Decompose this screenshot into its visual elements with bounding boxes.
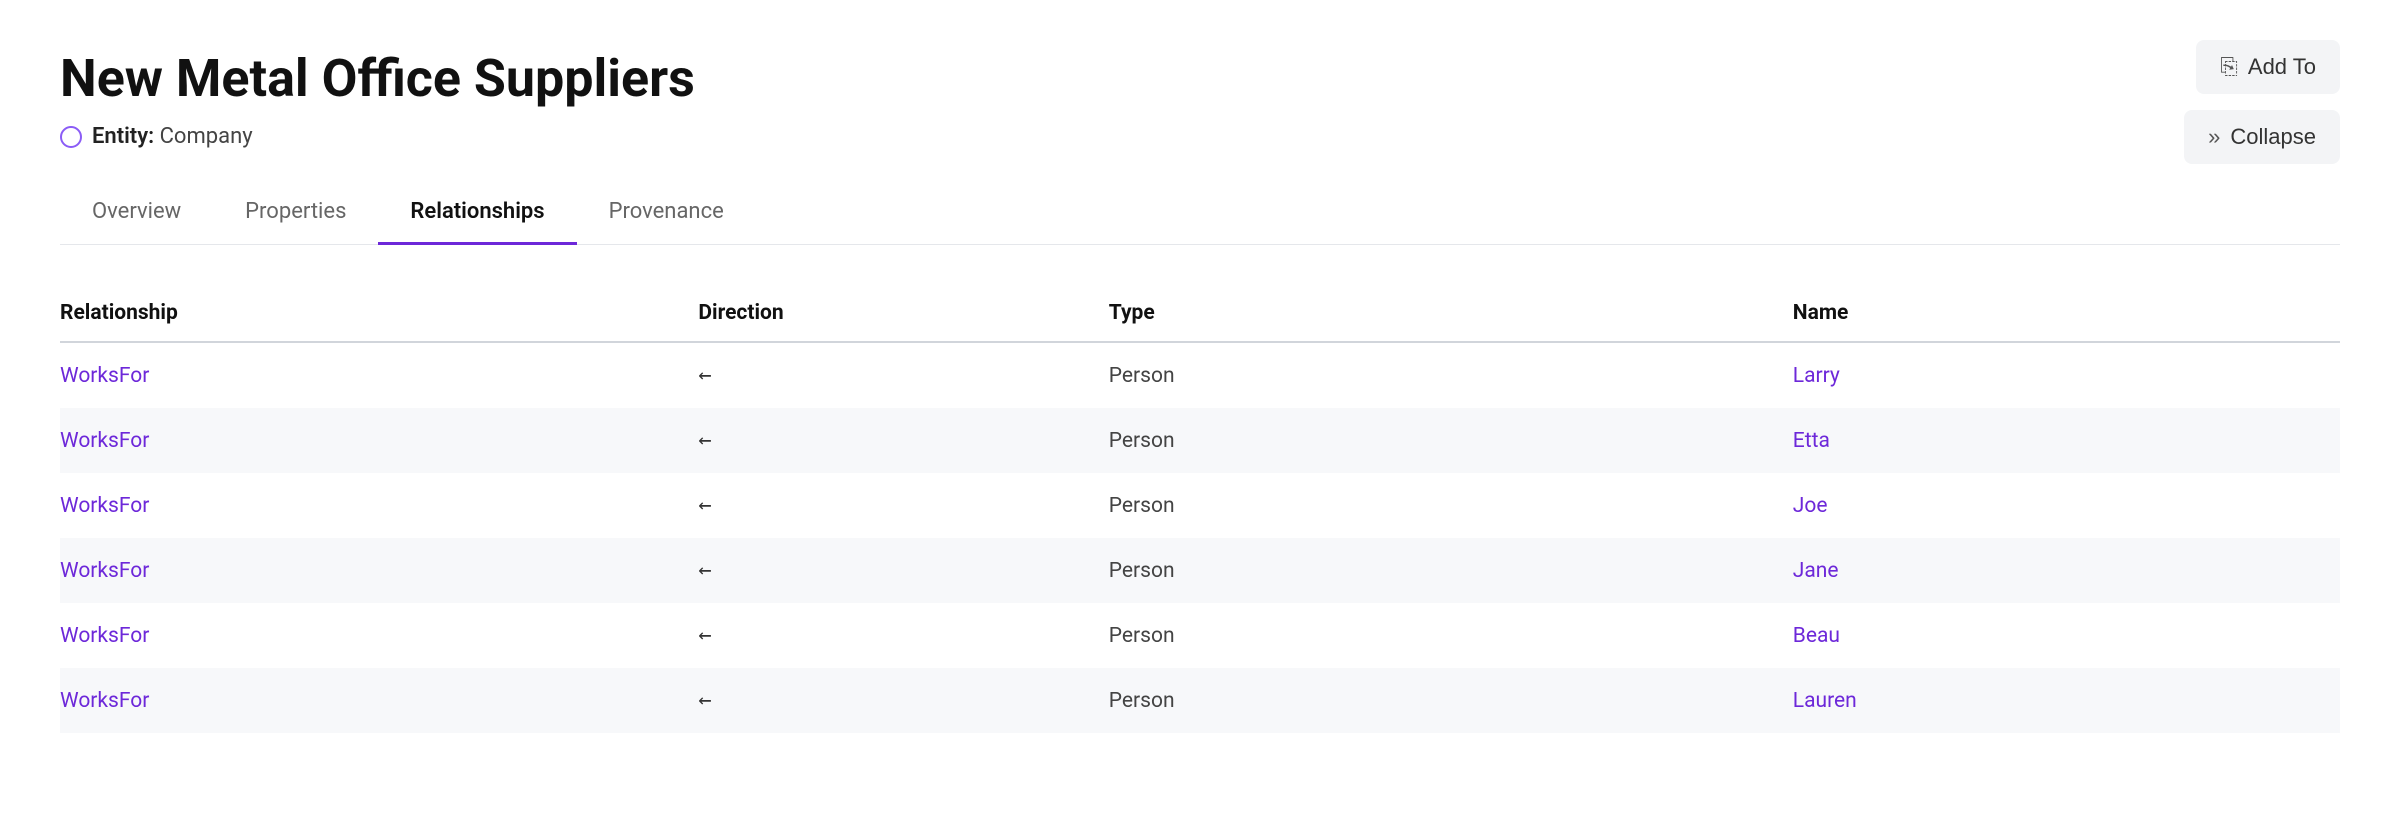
entity-badge: Entity: Company [60,124,2340,149]
name-link[interactable]: Lauren [1793,689,1857,713]
cell-name[interactable]: Lauren [1793,668,2340,733]
cell-name[interactable]: Beau [1793,603,2340,668]
cell-direction: ← [698,473,1108,538]
cell-type: Person [1109,473,1793,538]
cell-relationship[interactable]: WorksFor [60,668,698,733]
add-to-button[interactable]: ⎘ Add To [2196,40,2340,94]
cell-relationship[interactable]: WorksFor [60,473,698,538]
cell-direction: ← [698,408,1108,473]
cell-name[interactable]: Jane [1793,538,2340,603]
relationship-link[interactable]: WorksFor [60,429,149,453]
header-section: New Metal Office Suppliers Entity: Compa… [60,48,2340,149]
direction-arrow-icon: ← [698,428,711,453]
relationship-link[interactable]: WorksFor [60,689,149,713]
collapse-button[interactable]: » Collapse [2184,110,2340,164]
relationship-link[interactable]: WorksFor [60,494,149,518]
relationships-table: Relationship Direction Type Name WorksFo… [60,285,2340,733]
add-to-icon: ⎘ [2220,54,2238,80]
cell-type: Person [1109,342,1793,408]
cell-name[interactable]: Larry [1793,342,2340,408]
cell-relationship[interactable]: WorksFor [60,603,698,668]
collapse-icon: » [2208,124,2220,150]
col-header-relationship: Relationship [60,285,698,342]
tabs-section: Overview Properties Relationships Proven… [60,181,2340,245]
relationship-link[interactable]: WorksFor [60,559,149,583]
cell-relationship[interactable]: WorksFor [60,342,698,408]
direction-arrow-icon: ← [698,558,711,583]
relationship-link[interactable]: WorksFor [60,364,149,388]
cell-type: Person [1109,668,1793,733]
direction-arrow-icon: ← [698,623,711,648]
entity-circle-icon [60,126,82,148]
table-row: WorksFor ← PersonBeau [60,603,2340,668]
col-header-name: Name [1793,285,2340,342]
cell-direction: ← [698,603,1108,668]
add-to-label: Add To [2248,54,2316,80]
cell-direction: ← [698,342,1108,408]
cell-relationship[interactable]: WorksFor [60,408,698,473]
tab-properties[interactable]: Properties [213,181,378,245]
direction-arrow-icon: ← [698,363,711,388]
col-header-type: Type [1109,285,1793,342]
tab-overview[interactable]: Overview [60,181,213,245]
direction-arrow-icon: ← [698,493,711,518]
table-section: Relationship Direction Type Name WorksFo… [60,285,2340,733]
direction-arrow-icon: ← [698,688,711,713]
cell-name[interactable]: Etta [1793,408,2340,473]
cell-direction: ← [698,538,1108,603]
name-link[interactable]: Jane [1793,559,1839,583]
table-row: WorksFor ← PersonLauren [60,668,2340,733]
cell-direction: ← [698,668,1108,733]
relationship-link[interactable]: WorksFor [60,624,149,648]
cell-relationship[interactable]: WorksFor [60,538,698,603]
cell-type: Person [1109,538,1793,603]
name-link[interactable]: Larry [1793,364,1840,388]
cell-type: Person [1109,408,1793,473]
table-row: WorksFor ← PersonJoe [60,473,2340,538]
col-header-direction: Direction [698,285,1108,342]
table-row: WorksFor ← PersonJane [60,538,2340,603]
table-row: WorksFor ← PersonEtta [60,408,2340,473]
cell-name[interactable]: Joe [1793,473,2340,538]
table-header-row: Relationship Direction Type Name [60,285,2340,342]
name-link[interactable]: Etta [1793,429,1830,453]
page-title: New Metal Office Suppliers [60,48,2340,110]
name-link[interactable]: Beau [1793,624,1840,648]
tab-relationships[interactable]: Relationships [378,181,576,245]
entity-label: Entity: Company [92,124,253,149]
page-container: New Metal Office Suppliers Entity: Compa… [0,0,2400,840]
name-link[interactable]: Joe [1793,494,1828,518]
tab-provenance[interactable]: Provenance [577,181,756,245]
table-row: WorksFor ← PersonLarry [60,342,2340,408]
top-actions: ⎘ Add To » Collapse [2184,40,2340,164]
collapse-label: Collapse [2230,124,2316,150]
cell-type: Person [1109,603,1793,668]
